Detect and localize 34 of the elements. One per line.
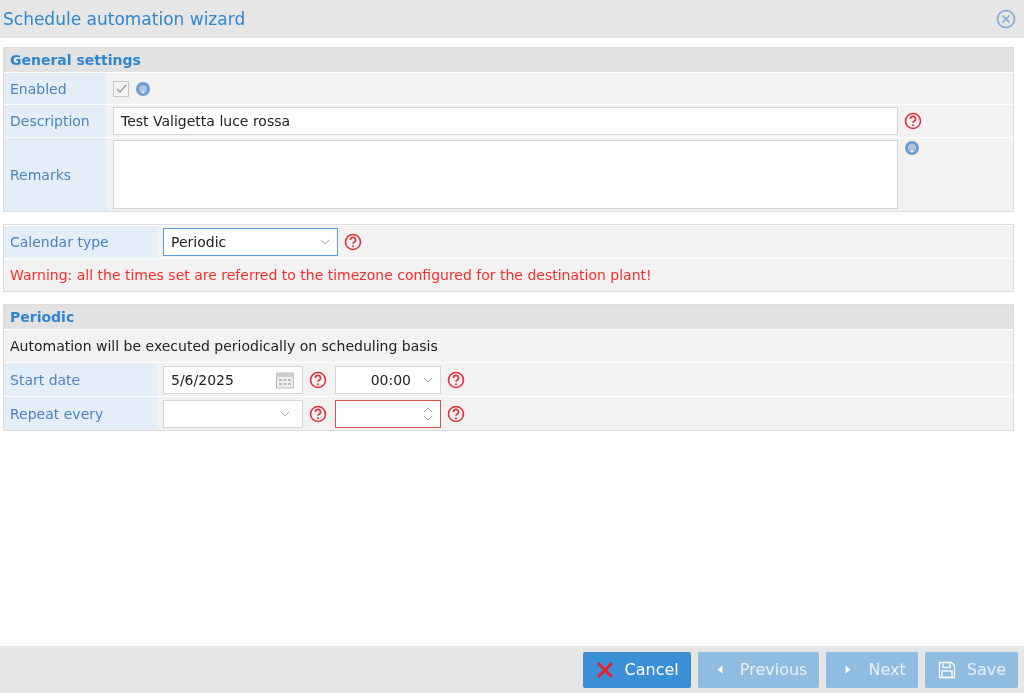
help-icon[interactable] <box>309 404 327 423</box>
help-icon[interactable] <box>309 370 327 389</box>
section-title: Periodic <box>10 309 75 325</box>
chevron-down-icon <box>423 376 433 383</box>
spinner-arrows-icon[interactable] <box>423 405 433 422</box>
help-icon[interactable] <box>447 370 465 389</box>
calendar-type-dropdown[interactable]: Periodic <box>163 228 338 256</box>
start-time-dropdown[interactable]: 00:00 <box>335 365 441 394</box>
field-label: Repeat every <box>4 397 157 430</box>
repeat-unit-dropdown[interactable] <box>163 399 303 428</box>
start-date-field[interactable]: 5/6/2025 <box>163 365 303 394</box>
calendar-icon[interactable] <box>275 369 295 390</box>
periodic-description: Automation will be executed periodically on scheduling basis <box>10 338 438 354</box>
chevron-down-icon <box>320 239 330 245</box>
remarks-field[interactable] <box>113 140 898 209</box>
help-icon[interactable] <box>447 404 465 423</box>
field-label: Calendar type <box>4 226 157 258</box>
description-field[interactable]: Test Valigetta luce rossa <box>113 107 898 135</box>
repeat-count-spinner[interactable] <box>335 399 441 428</box>
cross-icon <box>594 659 615 680</box>
field-label: Remarks <box>4 138 107 211</box>
timezone-warning: Warning: all the times set are referred to the timezone configured for the destination plant! <box>10 267 652 283</box>
close-icon[interactable] <box>996 9 1016 29</box>
field-label: Start date <box>4 363 157 396</box>
help-icon[interactable] <box>904 112 922 130</box>
field-label: Description <box>4 105 107 137</box>
triangle-right-icon <box>845 665 852 674</box>
window-title: Schedule automation wizard <box>3 9 246 29</box>
section-title: General settings <box>10 52 141 68</box>
triangle-left-icon <box>716 665 723 674</box>
help-icon[interactable] <box>344 233 362 251</box>
chevron-down-icon <box>280 410 290 417</box>
field-label: Enabled <box>4 73 107 104</box>
info-icon[interactable] <box>904 140 920 156</box>
